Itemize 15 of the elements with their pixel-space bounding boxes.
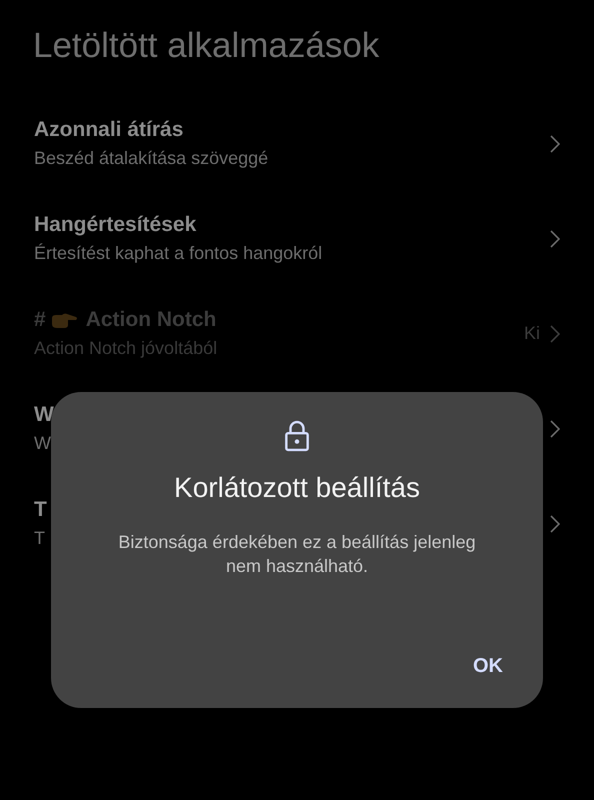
item-subtitle: T — [34, 528, 45, 548]
hash-symbol: # — [34, 308, 46, 332]
dialog-title: Korlátozott beállítás — [174, 472, 420, 504]
item-subtitle: Értesítést kaphat a fontos hangokról — [34, 243, 322, 263]
dialog-message: Biztonsága érdekében ez a beállítás jelenleg nem használható. — [117, 531, 477, 578]
item-subtitle: W — [34, 433, 51, 453]
item-title: Hangértesítések — [34, 213, 196, 237]
item-subtitle: Beszéd átalakítása szöveggé — [34, 148, 268, 168]
item-title: W — [34, 403, 54, 427]
item-subtitle: Action Notch jóvoltából — [34, 338, 218, 358]
item-title: T — [34, 498, 47, 522]
item-title: Action Notch — [86, 308, 216, 332]
page-title: Letöltött alkalmazások — [32, 25, 380, 67]
item-title: Azonnali átírás — [34, 118, 184, 142]
item-value: Ki — [524, 323, 540, 344]
